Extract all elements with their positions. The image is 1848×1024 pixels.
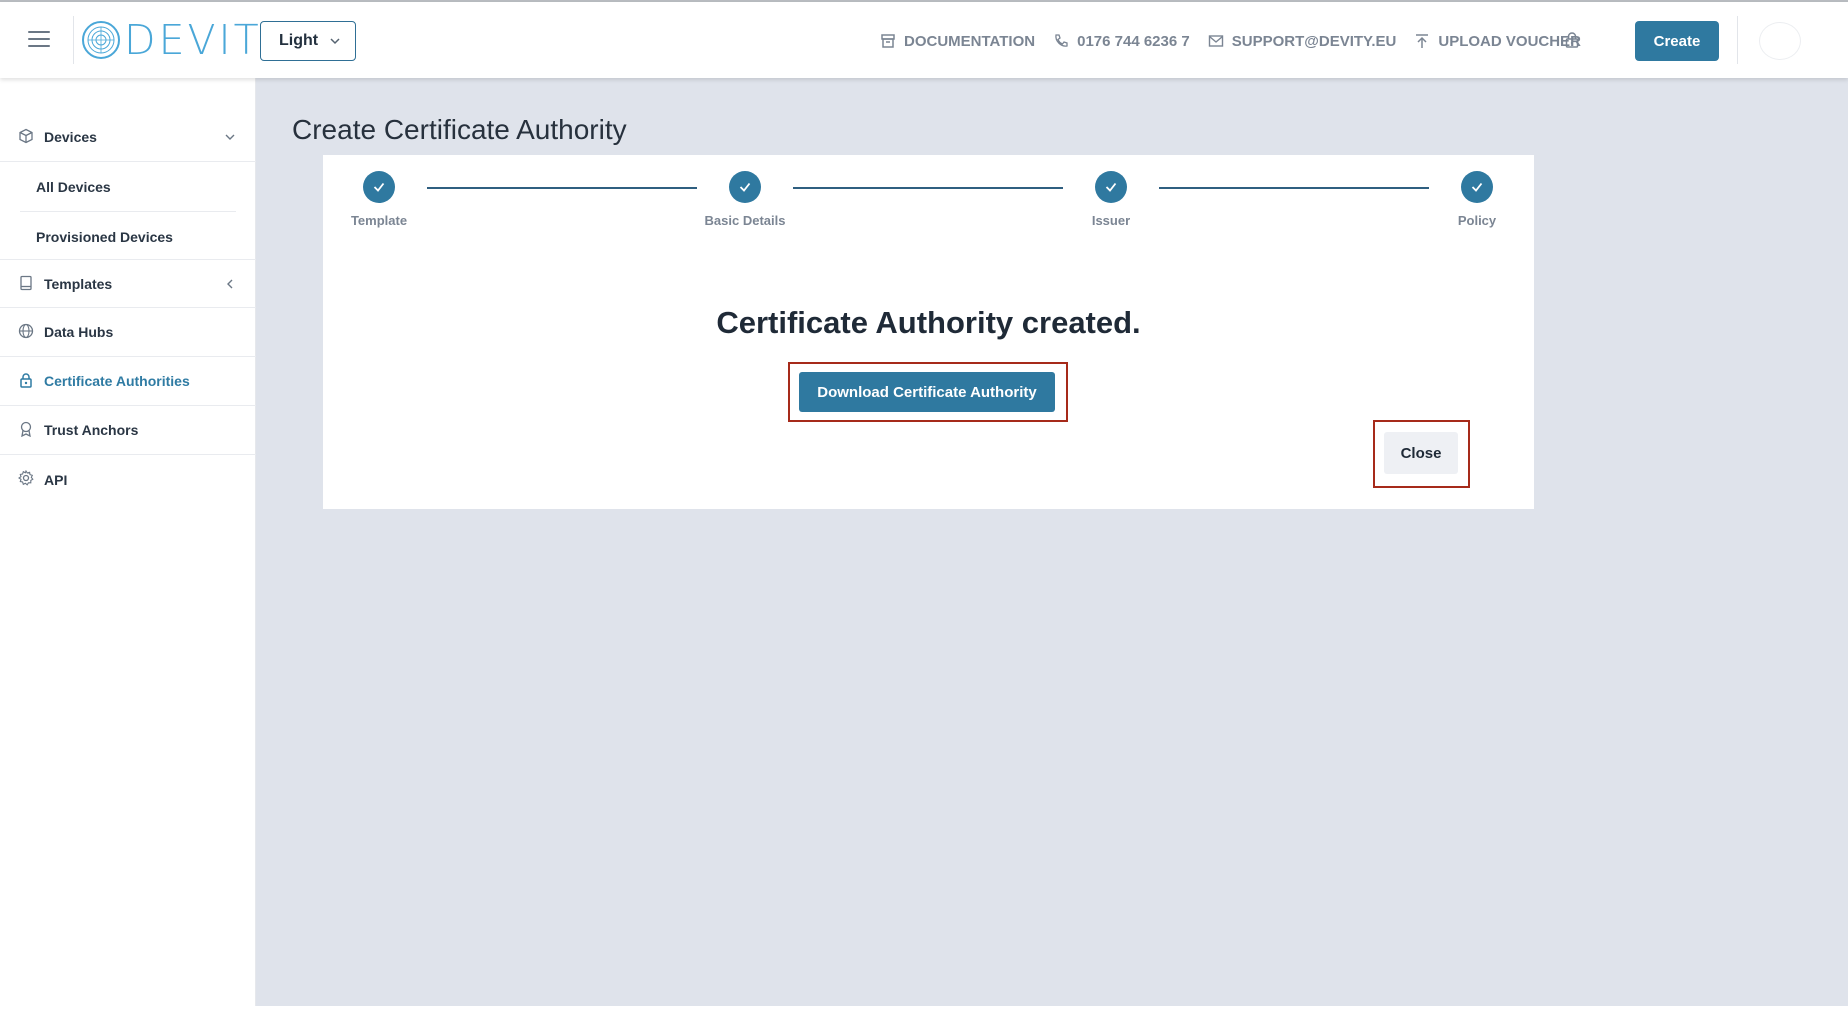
sidebar-item-label: Certificate Authorities <box>44 373 190 389</box>
globe-icon <box>18 323 34 339</box>
sidebar-item-devices[interactable]: Devices <box>0 113 256 162</box>
sidebar-item-api[interactable]: API <box>0 455 256 504</box>
check-icon <box>1461 171 1493 203</box>
wizard-card: Template Basic Details Issuer Policy Cer… <box>323 155 1534 509</box>
stepper: Template Basic Details Issuer Policy <box>323 155 1534 245</box>
documentation-link[interactable]: DOCUMENTATION <box>880 33 1035 50</box>
sidebar-item-provisioned-devices[interactable]: Provisioned Devices <box>20 212 236 261</box>
sidebar-item-all-devices[interactable]: All Devices <box>20 163 236 212</box>
sidebar-item-certificate-authorities[interactable]: Certificate Authorities <box>0 357 256 406</box>
header-divider <box>73 16 74 64</box>
upload-voucher-label: UPLOAD VOUCHER <box>1438 32 1581 50</box>
check-icon <box>1095 171 1127 203</box>
documentation-label: DOCUMENTATION <box>904 32 1036 50</box>
mail-icon <box>1208 35 1223 47</box>
award-icon <box>20 421 32 437</box>
lock-icon[interactable] <box>1564 31 1580 54</box>
top-header: DEVITY Light DOCUMENTATION 0176 744 6236… <box>0 2 1848 78</box>
sidebar-item-data-hubs[interactable]: Data Hubs <box>0 308 256 357</box>
devity-logo[interactable]: DEVITY <box>80 18 290 62</box>
sidebar-item-label: Templates <box>44 275 113 292</box>
check-icon <box>363 171 395 203</box>
step-template[interactable]: Template <box>319 171 439 228</box>
sidebar-item-label: Trust Anchors <box>44 422 139 438</box>
success-message: Certificate Authority created. <box>716 305 1141 340</box>
step-label: Policy <box>1457 213 1497 228</box>
step-policy[interactable]: Policy <box>1417 171 1537 228</box>
theme-select[interactable]: Light <box>260 21 356 61</box>
chevron-left-icon <box>227 279 233 289</box>
step-issuer[interactable]: Issuer <box>1051 171 1171 228</box>
step-connector <box>1159 187 1429 189</box>
sidebar-item-label: Data Hubs <box>44 324 114 340</box>
cube-icon <box>19 128 33 144</box>
lock-icon <box>20 373 32 388</box>
header-links: DOCUMENTATION 0176 744 6236 7 SUPPORT@DE… <box>880 30 1599 52</box>
step-label: Basic Details <box>704 213 786 228</box>
header-divider <box>1737 16 1738 64</box>
main-content: Create Certificate Authority Template Ba… <box>256 78 1848 1006</box>
chevron-down-icon <box>225 134 235 140</box>
sidebar-item-templates[interactable]: Templates <box>0 259 256 308</box>
archive-icon <box>881 34 895 48</box>
phone-label: 0176 744 6236 7 <box>1077 32 1190 50</box>
page-title: Create Certificate Authority <box>292 114 627 145</box>
chevron-down-icon <box>330 38 340 45</box>
create-button[interactable]: Create <box>1635 21 1719 61</box>
check-icon <box>729 171 761 203</box>
close-button[interactable]: Close <box>1384 432 1458 474</box>
gear-icon <box>18 470 34 486</box>
upload-icon <box>1416 34 1429 48</box>
bottom-strip <box>0 1006 1848 1024</box>
step-label: Issuer <box>1091 213 1131 228</box>
logo-mark-icon <box>82 21 120 59</box>
email-link[interactable]: SUPPORT@DEVITY.EU <box>1208 32 1397 50</box>
sidebar-item-trust-anchors[interactable]: Trust Anchors <box>0 406 256 455</box>
email-label: SUPPORT@DEVITY.EU <box>1231 32 1397 50</box>
book-icon <box>20 275 32 291</box>
avatar[interactable] <box>1759 22 1801 60</box>
upload-voucher-link[interactable]: UPLOAD VOUCHER <box>1414 33 1581 50</box>
step-basic-details[interactable]: Basic Details <box>685 171 805 228</box>
sidebar: Devices All Devices Provisioned Devices … <box>0 78 256 1006</box>
step-label: Template <box>350 213 408 228</box>
download-certificate-authority-button[interactable]: Download Certificate Authority <box>799 372 1055 412</box>
step-connector <box>427 187 697 189</box>
sidebar-item-label: API <box>44 471 68 488</box>
menu-icon[interactable] <box>28 31 50 47</box>
phone-icon <box>1055 34 1068 47</box>
sidebar-item-label: All Devices <box>36 179 111 195</box>
theme-select-value: Light <box>279 32 319 49</box>
step-connector <box>793 187 1063 189</box>
sidebar-item-label: Provisioned Devices <box>36 228 173 245</box>
sidebar-item-label: Devices <box>44 129 97 145</box>
phone-link[interactable]: 0176 744 6236 7 <box>1053 33 1190 50</box>
